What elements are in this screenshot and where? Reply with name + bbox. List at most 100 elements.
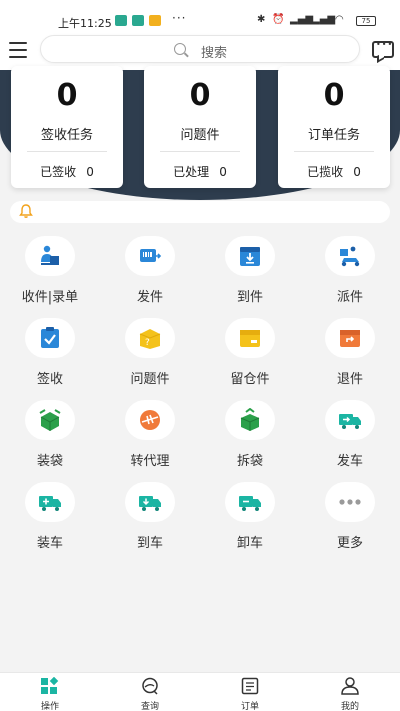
wifi-icon: ◠ <box>335 14 344 25</box>
grid-item-label: 拆袋 <box>236 454 263 469</box>
menu-icon[interactable] <box>9 42 27 58</box>
stat-sub-value: 0 <box>86 165 94 179</box>
stat-sub-label: 已揽收 <box>307 165 344 179</box>
grid-item-load[interactable]: 装车 <box>0 480 100 562</box>
stat-title: 订单任务 <box>307 128 360 143</box>
grid-icon-bg <box>325 236 375 276</box>
more-notifications-icon: ··· <box>172 11 187 25</box>
tab-query[interactable]: 查询 <box>100 673 200 711</box>
bottom-nav: 操作 查询 订单 我的 <box>0 672 400 711</box>
tab-label: 订单 <box>240 702 259 711</box>
stat-sub: 已签收 0 <box>11 163 123 180</box>
more-icon <box>339 499 361 505</box>
tab-operate[interactable]: 操作 <box>0 673 100 711</box>
grid-icon-bg <box>225 400 275 440</box>
grid-item-label: 发车 <box>336 454 363 469</box>
divider <box>27 151 107 152</box>
stat-sub-label: 已处理 <box>173 165 210 179</box>
grid-item-label: 到件 <box>236 290 263 305</box>
message-notification-icon <box>149 15 161 26</box>
grid-item-unpack[interactable]: 拆袋 <box>200 398 300 480</box>
stat-card-problem[interactable]: 0 问题件 已处理 0 <box>144 66 256 188</box>
grid-item-label: 发件 <box>136 290 163 305</box>
grid-icon-bg <box>325 482 375 522</box>
grid-item-truck-arrive[interactable]: 到车 <box>100 480 200 562</box>
app-notification-icon <box>115 15 127 26</box>
svg-text:?: ? <box>145 338 150 348</box>
grid-item-more[interactable]: 更多 <box>300 480 400 562</box>
stat-sub-value: 0 <box>353 165 361 179</box>
status-time: 上午11:25 <box>58 17 112 30</box>
grid-item-label: 装车 <box>36 536 63 551</box>
delivery-scooter-icon <box>340 246 360 267</box>
grid-icon-bg <box>25 482 75 522</box>
bluetooth-icon: ✱ <box>257 14 266 25</box>
bell-icon <box>19 204 33 218</box>
divider <box>160 151 240 152</box>
grid-item-dispatch[interactable]: 派件 <box>300 234 400 316</box>
tab-profile[interactable]: 我的 <box>300 673 400 711</box>
grid-item-depart[interactable]: 发车 <box>300 398 400 480</box>
tab-order[interactable]: 订单 <box>200 673 300 711</box>
stat-count: 0 <box>323 78 345 113</box>
query-icon <box>142 677 158 695</box>
grid-item-pack[interactable]: 装袋 <box>0 398 100 480</box>
grid-item-receive[interactable]: 收件|录单 <box>0 234 100 316</box>
truck-depart-icon <box>339 414 361 429</box>
stat-sub: 已揽收 0 <box>278 163 390 180</box>
grid-item-return[interactable]: 退件 <box>300 316 400 398</box>
operate-icon <box>41 677 59 694</box>
profile-icon <box>341 677 359 695</box>
order-icon <box>241 677 259 695</box>
search-input[interactable]: 搜索 <box>40 35 360 63</box>
grid-icon-bg <box>25 400 75 440</box>
transfer-agent-icon <box>140 410 160 430</box>
grid-item-label: 留仓件 <box>230 372 270 387</box>
grid-item-send[interactable]: 发件 <box>100 234 200 316</box>
status-bar: 上午11:25 ··· ✱ ⏰ ▂▄▆ ▂▄▆ ◠ 75 <box>0 0 400 30</box>
stat-sub-label: 已签收 <box>40 165 77 179</box>
app-header: 搜索 <box>0 30 400 70</box>
grid-icon-bg <box>125 236 175 276</box>
grid-icon-bg <box>225 236 275 276</box>
return-box-icon <box>340 330 360 347</box>
search-icon <box>174 43 186 55</box>
grid-item-label: 退件 <box>336 372 363 387</box>
grid-icon-bg <box>225 482 275 522</box>
stat-count: 0 <box>56 78 78 113</box>
pack-bag-icon <box>39 409 61 431</box>
stat-sub: 已处理 0 <box>144 163 256 180</box>
stat-card-order-task[interactable]: 0 订单任务 已揽收 0 <box>278 66 390 188</box>
grid-item-label: 收件|录单 <box>21 290 79 305</box>
grid-item-transfer[interactable]: 转代理 <box>100 398 200 480</box>
signal-icon: ▂▄▆ <box>290 14 314 25</box>
notice-bar[interactable] <box>10 201 390 223</box>
grid-item-hold[interactable]: 留仓件 <box>200 316 300 398</box>
send-scanner-icon <box>140 249 162 262</box>
message-icon[interactable] <box>372 40 394 58</box>
grid-item-label: 更多 <box>336 536 363 551</box>
truck-unload-icon <box>239 496 261 511</box>
grid-item-label: 到车 <box>136 536 163 551</box>
tab-label: 我的 <box>340 702 359 711</box>
hold-box-icon <box>240 330 260 347</box>
grid-icon-bg <box>125 400 175 440</box>
grid-item-unload[interactable]: 卸车 <box>200 480 300 562</box>
alarm-icon: ⏰ <box>272 14 285 25</box>
grid-icon-bg <box>25 318 75 358</box>
grid-item-sign[interactable]: 签收 <box>0 316 100 398</box>
grid-item-label: 装袋 <box>36 454 63 469</box>
grid-icon-bg <box>125 482 175 522</box>
problem-box-icon: ? <box>139 329 161 349</box>
grid-item-arrive[interactable]: 到件 <box>200 234 300 316</box>
grid-item-label: 转代理 <box>130 454 170 469</box>
courier-icon <box>41 245 59 265</box>
grid-icon-bg <box>325 400 375 440</box>
stat-count: 0 <box>189 78 211 113</box>
unpack-bag-icon <box>240 408 260 431</box>
stat-title: 签收任务 <box>40 128 93 143</box>
grid-icon-bg <box>225 318 275 358</box>
grid-item-problem[interactable]: ? 问题件 <box>100 316 200 398</box>
app-notification-icon <box>132 15 144 26</box>
stat-card-sign-task[interactable]: 0 签收任务 已签收 0 <box>11 66 123 188</box>
